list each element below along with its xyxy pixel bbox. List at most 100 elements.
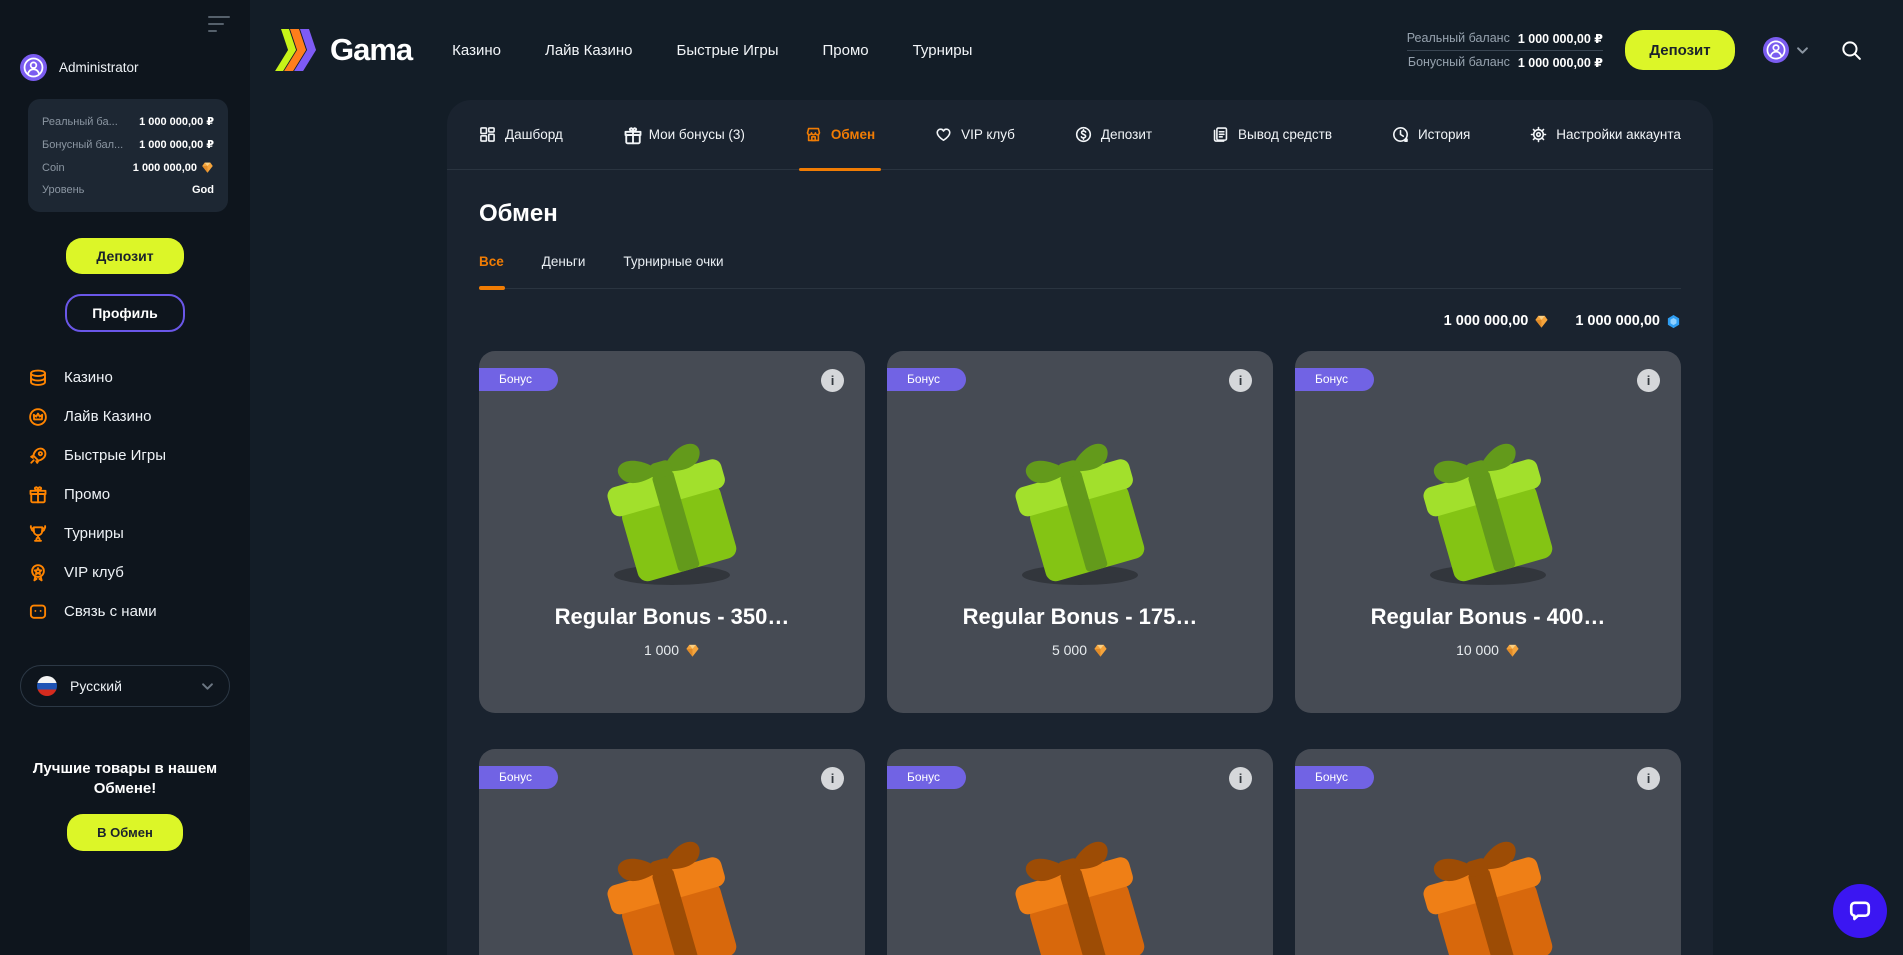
history-icon [1392,126,1409,143]
chat-icon [28,602,48,622]
tab-dashboard[interactable]: Дашборд [479,100,563,169]
sidebar-item-label: Турниры [64,525,124,542]
balance-label: Уровень [42,184,84,196]
sidebar-menu: Казино Лайв Казино Быстрые Игры Промо Турнир… [28,358,250,631]
info-icon[interactable]: i [1229,369,1252,392]
account-tabs: Дашборд Мои бонусы (3) Обмен VIP клуб Депози… [447,100,1713,170]
shop-item-card[interactable]: Бонус i [1295,749,1681,955]
sidebar-item-label: Связь с нами [64,603,157,620]
shop-item-card[interactable]: Бонус i [479,749,865,955]
wallet-balance: 1 000 000,00 [1575,313,1681,329]
chat-widget-button[interactable] [1833,884,1887,938]
balance-label: Бонусный бал... [42,139,123,151]
gift-image [577,418,767,588]
filter-money[interactable]: Деньги [542,254,586,269]
real-balance-row: Реальный баланс 1 000 000,00 ₽ [1407,27,1603,51]
language-selector[interactable]: Русский [20,665,230,707]
balance-value: God [192,184,214,196]
info-icon[interactable]: i [821,369,844,392]
tab-label: Депозит [1101,127,1152,142]
tab-settings[interactable]: Настройки аккаунта [1530,100,1681,169]
nav-item[interactable]: Быстрые Игры [676,42,778,59]
gem-orange-icon [1093,643,1108,658]
account-panel: Дашборд Мои бонусы (3) Обмен VIP клуб Депози… [447,100,1713,955]
bonus-badge: Бонус [1295,766,1374,789]
filter-all[interactable]: Все [479,254,504,269]
shop-item-card[interactable]: БонусiRegular Bonus - 350…1 000 [479,351,865,713]
tab-withdraw[interactable]: Вывод средств [1212,100,1332,169]
hamburger-menu-icon[interactable] [208,16,232,37]
sidebar-user[interactable]: Administrator [0,0,250,81]
sidebar-item-tournaments[interactable]: Турниры [28,514,250,553]
gift-icon [28,485,48,505]
header-balances: Реальный баланс 1 000 000,00 ₽ Бонусный … [1407,27,1603,74]
tab-label: VIP клуб [961,127,1015,142]
tab-exchange[interactable]: Обмен [805,100,875,169]
gem-orange-icon [1534,314,1549,329]
filter-points[interactable]: Турнирные очки [623,254,723,269]
bonus-balance-row: Бонусный баланс 1 000 000,00 ₽ [1407,51,1603,74]
info-icon[interactable]: i [1637,369,1660,392]
gift-image [985,816,1175,955]
exchange-filters: Все Деньги Турнирные очки [479,254,1681,289]
top-header: Gama Казино Лайв Казино Быстрые Игры Промо Т… [250,0,1903,100]
nav-item[interactable]: Казино [452,42,501,59]
header-deposit-button[interactable]: Депозит [1625,30,1735,70]
account-menu[interactable] [1763,37,1808,63]
sidebar-profile-button[interactable]: Профиль [65,294,185,332]
crown-circle-icon [28,407,48,427]
gift-image [985,418,1175,588]
tab-deposit[interactable]: Депозит [1075,100,1152,169]
tab-label: Вывод средств [1238,127,1332,142]
bonus-badge: Бонус [1295,368,1374,391]
wallet-balances: 1 000 000,00 1 000 000,00 [479,313,1681,329]
heart-icon [935,126,952,143]
trophy-icon [28,524,48,544]
shop-icon [805,126,822,143]
nav-item[interactable]: Лайв Казино [545,42,633,59]
sidebar-item-casino[interactable]: Казино [28,358,250,397]
bonus-badge: Бонус [887,368,966,391]
sidebar-item-label: Лайв Казино [64,408,152,425]
brand-name: Gama [330,32,412,68]
shop-item-card[interactable]: Бонусi [887,749,1273,955]
search-icon[interactable] [1840,39,1863,62]
item-title: Regular Bonus - 400… [1295,604,1681,630]
language-label: Русский [70,678,122,694]
balance-label: Coin [42,162,65,174]
sidebar-item-live-casino[interactable]: Лайв Казино [28,397,250,436]
balance-value: 1 000 000,00 ₽ [139,138,214,151]
tab-history[interactable]: История [1392,100,1470,169]
promo-text: Лучшие товары в нашем Обмене! [14,759,236,799]
sidebar-deposit-button[interactable]: Депозит [66,238,184,274]
balance-row: Уровень God [42,179,214,201]
tab-vip[interactable]: VIP клуб [935,100,1015,169]
tab-bonuses[interactable]: Мои бонусы (3) [623,100,745,169]
item-price: 10 000 [1295,642,1681,658]
nav-item[interactable]: Промо [822,42,868,59]
logo-chevrons-icon [275,29,321,71]
brand-logo[interactable]: Gama [275,29,412,71]
gift-image [1393,418,1583,588]
item-price: 1 000 [479,642,865,658]
tab-label: Мои бонусы (3) [649,127,745,142]
sidebar-item-promo[interactable]: Промо [28,475,250,514]
shop-item-card[interactable]: БонусiRegular Bonus - 175…5 000 [887,351,1273,713]
bonus-badge: Бонус [479,766,558,789]
balance-row: Coin1 000 000,00 [42,156,214,179]
wallet-balance: 1 000 000,00 [1444,313,1550,329]
gift-image [1393,816,1583,955]
shop-item-card[interactable]: Бонус i Regular Bonus - 400… 10 000 [1295,351,1681,713]
info-icon[interactable]: i [1229,767,1252,790]
info-icon[interactable]: i [1637,767,1660,790]
info-icon[interactable]: i [821,767,844,790]
to-exchange-button[interactable]: В Обмен [67,814,183,851]
sidebar-item-label: Быстрые Игры [64,447,166,464]
nav-item[interactable]: Турниры [913,42,973,59]
item-title: Regular Bonus - 350… [479,604,865,630]
sidebar-item-vip-club[interactable]: VIP клуб [28,553,250,592]
sidebar-item-fast-games[interactable]: Быстрые Игры [28,436,250,475]
sidebar-item-label: Промо [64,486,110,503]
tab-label: История [1418,127,1470,142]
sidebar-item-contact[interactable]: Связь с нами [28,592,250,631]
